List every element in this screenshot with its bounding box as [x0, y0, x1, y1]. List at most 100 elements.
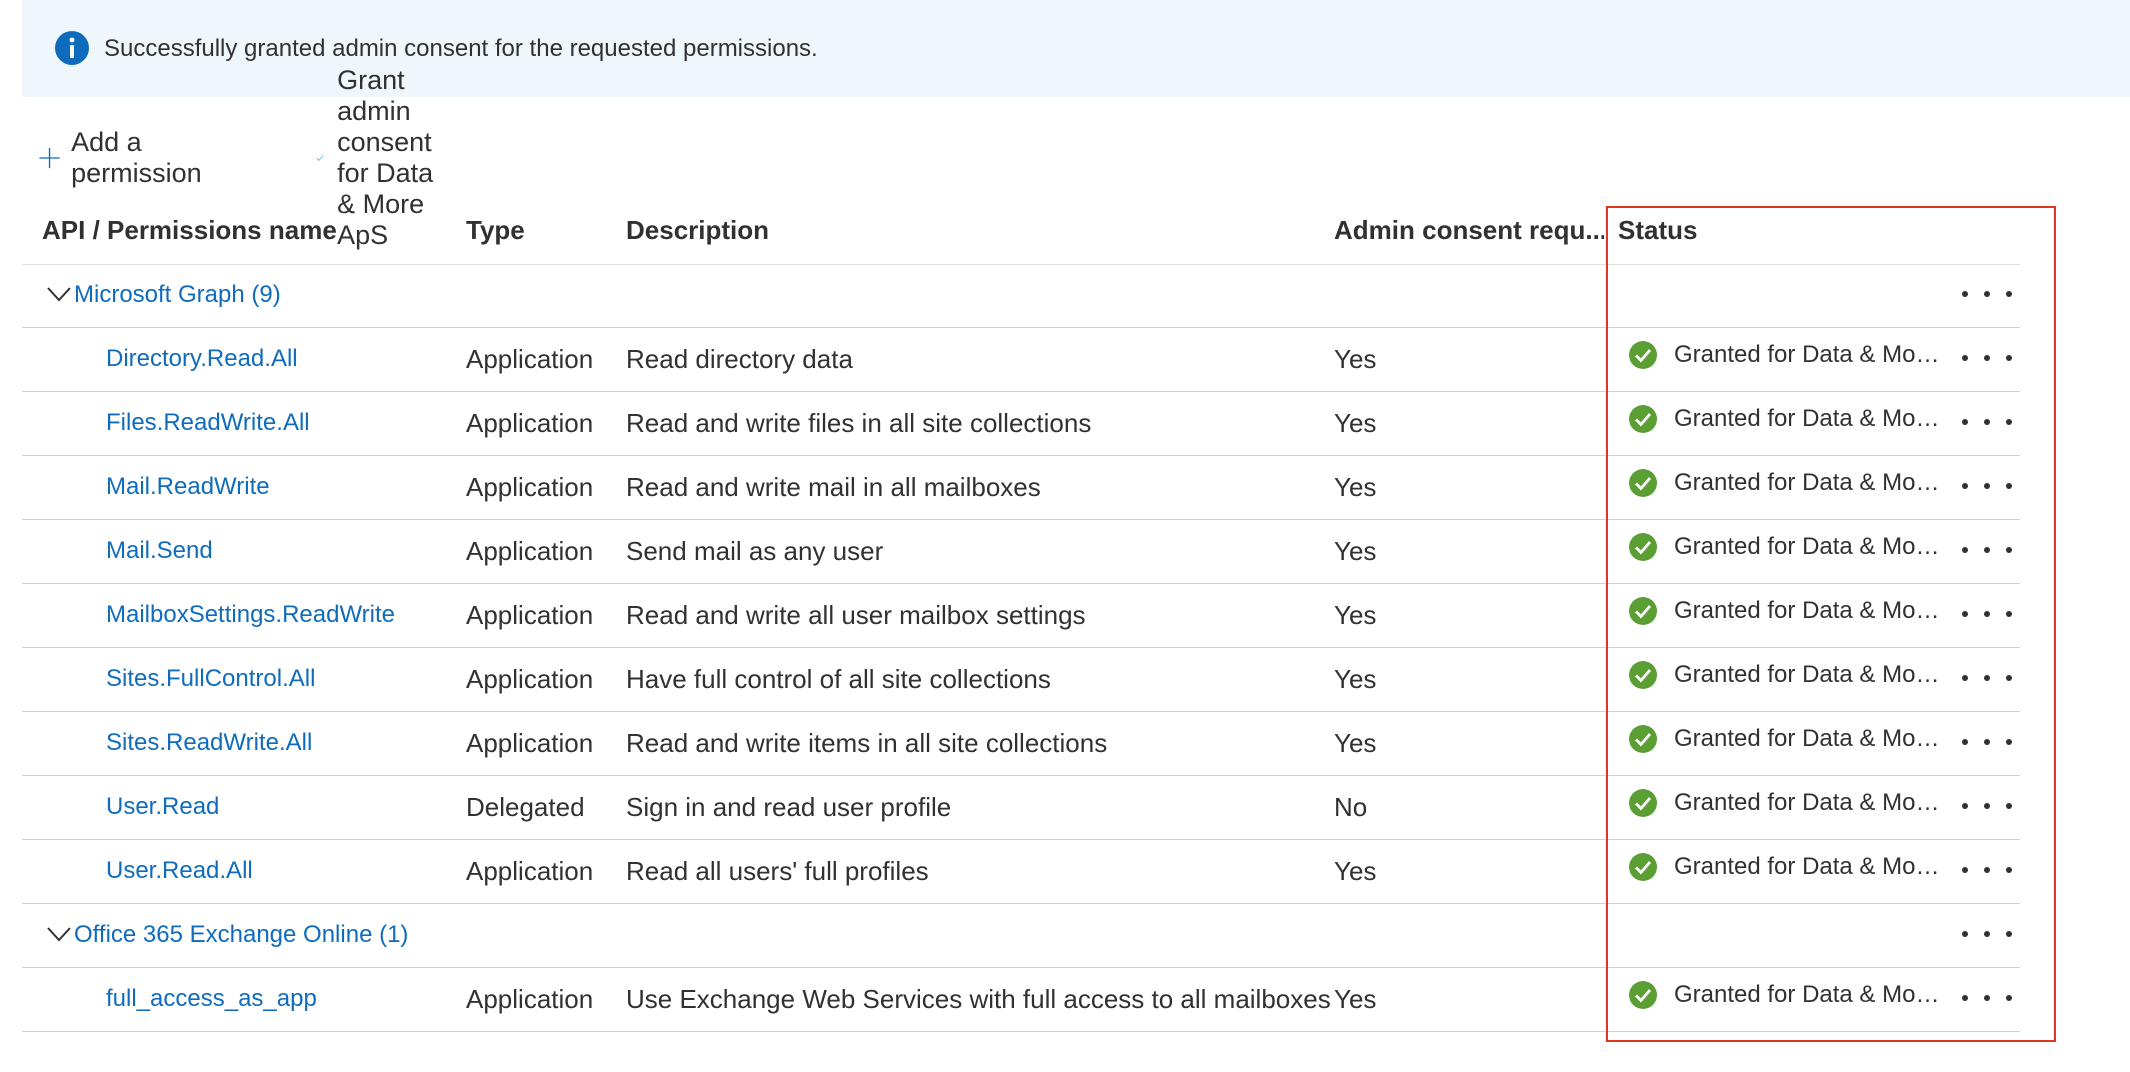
table-row: User.Read Delegated Sign in and read use…: [22, 776, 2020, 840]
permission-name-link[interactable]: Mail.Send: [106, 534, 213, 568]
table-row: Mail.ReadWrite Application Read and writ…: [22, 456, 2020, 520]
admin-consent-required: Yes: [1334, 344, 1377, 374]
permission-type: Application: [466, 536, 594, 566]
group-row-office-365-exchange-online[interactable]: Office 365 Exchange Online (1): [22, 904, 2020, 968]
more-options-icon[interactable]: [1962, 986, 2012, 1010]
more-options-icon[interactable]: [1962, 794, 2012, 818]
more-options-icon[interactable]: [1962, 730, 2012, 754]
status-text: Granted for Data & More ApS: [1674, 853, 1944, 880]
permission-name-link[interactable]: Files.ReadWrite.All: [106, 406, 310, 440]
admin-consent-required: Yes: [1334, 984, 1377, 1014]
permission-description: Read directory data: [626, 344, 853, 374]
table-row: Sites.FullControl.All Application Have f…: [22, 648, 2020, 712]
success-check-icon: [1629, 533, 1657, 561]
success-check-icon: [1629, 725, 1657, 753]
status-text: Granted for Data & More ApS: [1674, 341, 1944, 368]
permission-type: Application: [466, 856, 594, 886]
permission-type: Application: [466, 664, 594, 694]
status-badge: Granted for Data & More ApS: [1628, 532, 1944, 562]
permission-name-link[interactable]: MailboxSettings.ReadWrite: [106, 598, 395, 632]
permission-description: Have full control of all site collection…: [626, 664, 1051, 694]
status-text: Granted for Data & More ApS: [1674, 981, 1944, 1008]
permission-description: Read all users' full profiles: [626, 856, 929, 886]
admin-consent-required: Yes: [1334, 856, 1377, 886]
status-badge: Granted for Data & More ApS: [1628, 596, 1944, 626]
success-check-icon: [1629, 789, 1657, 817]
permission-name-link[interactable]: Mail.ReadWrite: [106, 470, 270, 504]
status-text: Granted for Data & More ApS: [1674, 661, 1944, 688]
table-row: Directory.Read.All Application Read dire…: [22, 328, 2020, 392]
permission-name-link[interactable]: Directory.Read.All: [106, 342, 298, 376]
permission-type: Application: [466, 344, 594, 374]
success-check-icon: [1629, 405, 1657, 433]
permission-type: Application: [466, 472, 594, 502]
permission-name-link[interactable]: Sites.FullControl.All: [106, 662, 315, 696]
grant-admin-consent-button[interactable]: Grant admin consent for Data & More ApS: [316, 65, 458, 250]
status-text: Granted for Data & More ApS: [1674, 725, 1944, 752]
banner-message: Successfully granted admin consent for t…: [104, 35, 818, 62]
success-check-icon: [1629, 341, 1657, 369]
more-options-icon[interactable]: [1962, 858, 2012, 882]
checkmark-icon: [316, 155, 324, 161]
success-check-icon: [1629, 597, 1657, 625]
table-row: Files.ReadWrite.All Application Read and…: [22, 392, 2020, 456]
table-row: Sites.ReadWrite.All Application Read and…: [22, 712, 2020, 776]
more-options-icon[interactable]: [1962, 410, 2012, 434]
permission-name-link[interactable]: User.Read.All: [106, 854, 253, 888]
permission-name-link[interactable]: full_access_as_app: [106, 982, 317, 1016]
success-check-icon: [1629, 981, 1657, 1009]
status-text: Granted for Data & More ApS: [1674, 469, 1944, 496]
admin-consent-required: Yes: [1334, 728, 1377, 758]
permission-description: Read and write items in all site collect…: [626, 728, 1108, 758]
more-options-icon[interactable]: [1962, 602, 2012, 626]
permission-type: Delegated: [466, 792, 585, 822]
admin-consent-required: Yes: [1334, 408, 1377, 438]
permission-description: Sign in and read user profile: [626, 792, 952, 822]
permission-description: Read and write files in all site collect…: [626, 408, 1092, 438]
add-permission-button[interactable]: Add a permission: [38, 127, 213, 188]
success-check-icon: [1629, 853, 1657, 881]
status-badge: Granted for Data & More ApS: [1628, 852, 1944, 882]
table-row: Mail.Send Application Send mail as any u…: [22, 520, 2020, 584]
permission-description: Read and write all user mailbox settings: [626, 600, 1086, 630]
more-options-icon[interactable]: [1962, 666, 2012, 690]
permission-name-link[interactable]: Sites.ReadWrite.All: [106, 726, 312, 760]
status-text: Granted for Data & More ApS: [1674, 533, 1944, 560]
column-header-type[interactable]: Type: [466, 206, 616, 254]
more-options-icon[interactable]: [1962, 346, 2012, 370]
group-link[interactable]: Office 365 Exchange Online (1): [74, 918, 408, 952]
admin-consent-required: No: [1334, 792, 1368, 822]
column-header-status[interactable]: Status: [1618, 206, 1818, 254]
more-options-icon[interactable]: [1962, 538, 2012, 562]
admin-consent-required: Yes: [1334, 536, 1377, 566]
admin-consent-required: Yes: [1334, 600, 1377, 630]
column-header-name[interactable]: API / Permissions name: [42, 206, 442, 254]
permission-type: Application: [466, 728, 594, 758]
column-header-admin-consent[interactable]: Admin consent requ...: [1334, 206, 1604, 254]
chevron-down-icon[interactable]: [46, 924, 72, 944]
status-text: Granted for Data & More ApS: [1674, 405, 1944, 432]
permission-description: Read and write mail in all mailboxes: [626, 472, 1041, 502]
more-options-icon[interactable]: [1962, 474, 2012, 498]
table-row: full_access_as_app Application Use Excha…: [22, 968, 2020, 1032]
group-row-microsoft-graph[interactable]: Microsoft Graph (9): [22, 264, 2020, 328]
admin-consent-required: Yes: [1334, 664, 1377, 694]
permission-type: Application: [466, 984, 594, 1014]
permission-name-link[interactable]: User.Read: [106, 790, 219, 824]
more-options-icon[interactable]: [1962, 282, 2012, 306]
status-badge: Granted for Data & More ApS: [1628, 724, 1944, 754]
status-text: Granted for Data & More ApS: [1674, 597, 1944, 624]
group-link[interactable]: Microsoft Graph (9): [74, 278, 281, 312]
column-header-description[interactable]: Description: [626, 206, 1226, 254]
permission-type: Application: [466, 408, 594, 438]
status-text: Granted for Data & More ApS: [1674, 789, 1944, 816]
table-header: API / Permissions name Type Description …: [22, 206, 2020, 265]
admin-consent-required: Yes: [1334, 472, 1377, 502]
status-badge: Granted for Data & More ApS: [1628, 404, 1944, 434]
permission-description: Send mail as any user: [626, 536, 884, 566]
permission-description: Use Exchange Web Services with full acce…: [626, 984, 1331, 1014]
add-permission-label: Add a permission: [71, 127, 202, 188]
chevron-down-icon[interactable]: [46, 284, 72, 304]
more-options-icon[interactable]: [1962, 922, 2012, 946]
table-row: User.Read.All Application Read all users…: [22, 840, 2020, 904]
